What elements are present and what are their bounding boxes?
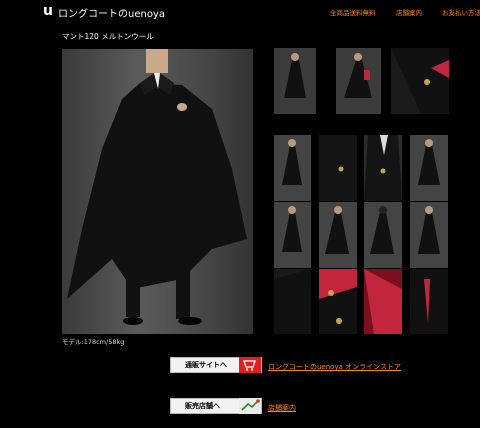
online-store-button[interactable]: 通販サイトへ: [170, 357, 262, 373]
brand-name[interactable]: ロングコートのuenoya: [58, 5, 165, 20]
thumbnail[interactable]: [319, 135, 357, 201]
thumbnail[interactable]: [391, 48, 449, 114]
thumbnail[interactable]: [364, 202, 402, 268]
thumbnail-grid: [274, 48, 450, 334]
map-icon: [239, 398, 261, 414]
store-info-button-label: 販売店舗へ: [185, 402, 220, 410]
online-store-link[interactable]: ロングコートのuenoya オンラインストア: [268, 362, 401, 372]
site-header: u ロングコートのuenoya 全商品送料無料 店舗案内 お支払い方法: [0, 0, 480, 22]
nav-store-info[interactable]: 店舗案内: [396, 7, 422, 17]
thumbnail[interactable]: [364, 135, 402, 201]
thumbnail[interactable]: [319, 202, 357, 268]
thumbnail[interactable]: [410, 135, 448, 201]
thumbnail[interactable]: [319, 269, 357, 334]
thumbnail[interactable]: [336, 48, 381, 114]
thumbnail[interactable]: [274, 269, 311, 334]
nav-payment[interactable]: お支払い方法: [442, 7, 480, 17]
thumbnail[interactable]: [274, 135, 311, 201]
model-caption: モデル:178cm/58kg: [62, 338, 125, 346]
thumbnail[interactable]: [364, 269, 402, 334]
store-info-button[interactable]: 販売店舗へ: [170, 398, 262, 414]
main-product-photo[interactable]: [62, 49, 253, 334]
thumbnail[interactable]: [274, 48, 316, 114]
shopping-cart-icon: [239, 357, 261, 373]
thumbnail[interactable]: [410, 202, 448, 268]
online-store-button-label: 通販サイトへ: [185, 361, 227, 369]
thumbnail[interactable]: [410, 269, 448, 334]
product-title: マント120 メルトンウール: [62, 32, 154, 41]
thumbnail[interactable]: [274, 202, 311, 268]
nav-free-shipping[interactable]: 全商品送料無料: [330, 7, 376, 17]
logo[interactable]: u: [43, 3, 53, 19]
store-info-link[interactable]: 店舗案内: [268, 403, 296, 413]
